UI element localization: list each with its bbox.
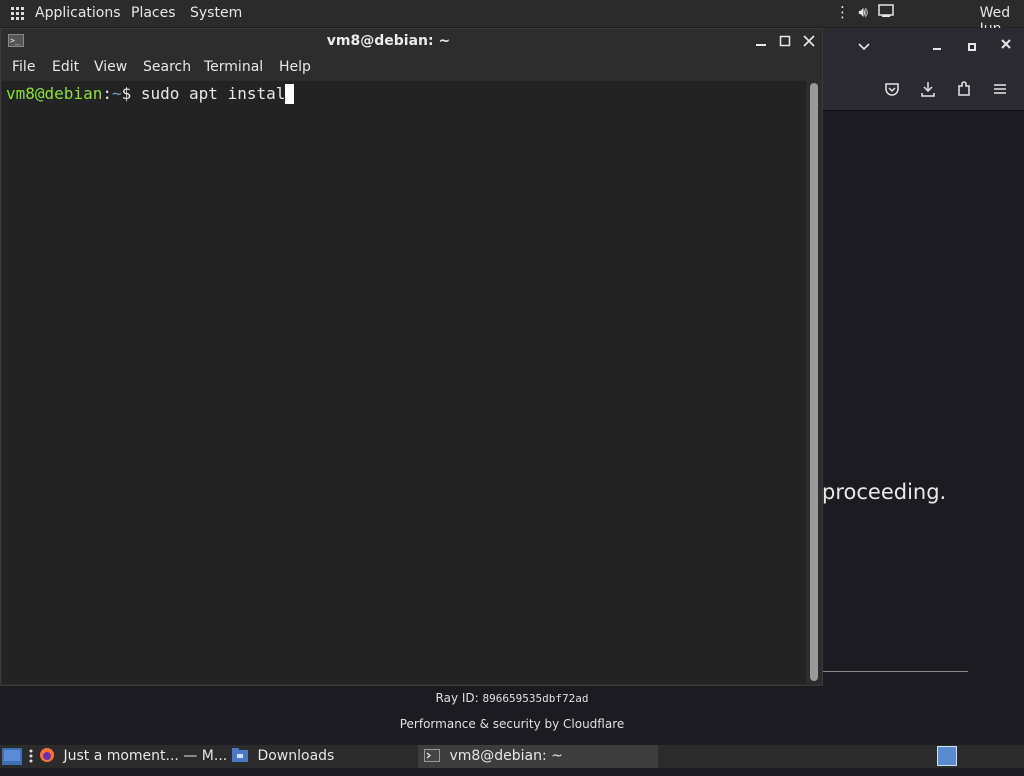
minimize-icon[interactable]: [925, 38, 949, 56]
divider: [823, 671, 968, 672]
challenge-message-text: proceeding.: [822, 480, 947, 504]
cloudflare-footer[interactable]: Performance & security by Cloudflare: [0, 717, 1024, 731]
menu-terminal[interactable]: Terminal: [204, 59, 263, 75]
text-cursor: [285, 84, 295, 104]
panel-handle-icon[interactable]: [28, 745, 34, 768]
downloads-icon[interactable]: [916, 81, 940, 101]
task-terminal[interactable]: vm8@debian: ~: [418, 745, 658, 768]
ray-id-value: 896659535dbf72ad: [482, 692, 589, 705]
scrollbar-thumb[interactable]: [810, 83, 818, 681]
network-icon[interactable]: [878, 4, 894, 22]
firefox-icon: [40, 748, 54, 762]
ray-id: Ray ID: 896659535dbf72ad: [0, 691, 1024, 705]
workspace-switcher[interactable]: [937, 746, 957, 769]
maximize-button[interactable]: [775, 32, 795, 50]
extensions-icon[interactable]: [952, 81, 976, 101]
close-button[interactable]: [799, 32, 819, 50]
ray-id-label: Ray ID:: [435, 691, 483, 705]
applications-menu[interactable]: Applications: [35, 5, 121, 21]
scrollbar[interactable]: [807, 81, 821, 684]
places-menu[interactable]: Places: [131, 5, 176, 21]
menu-search[interactable]: Search: [143, 59, 191, 75]
firefox-toolbar: [823, 70, 1024, 111]
terminal-output[interactable]: vm8@debian:~$ sudo apt instal: [2, 81, 806, 684]
apps-grid-icon[interactable]: [11, 7, 25, 21]
terminal-menubar: File Edit View Search Terminal Help: [1, 54, 822, 80]
task-label: Just a moment... — M...: [63, 748, 228, 764]
firefox-tabbar: [823, 28, 1024, 70]
prompt-line: vm8@debian:~$ sudo apt instal: [6, 84, 295, 104]
menu-edit[interactable]: Edit: [52, 59, 79, 75]
close-icon[interactable]: [994, 38, 1018, 54]
menu-help[interactable]: Help: [279, 59, 311, 75]
terminal-titlebar[interactable]: >_ vm8@debian: ~: [1, 29, 822, 54]
task-label: Downloads: [257, 748, 335, 764]
minimize-button[interactable]: [751, 32, 771, 50]
maximize-icon[interactable]: [960, 40, 984, 56]
prompt-path: ~: [111, 84, 122, 103]
accessibility-icon[interactable]: ⋮: [835, 3, 850, 21]
terminal-icon: [424, 749, 440, 762]
prompt-separator: :: [102, 84, 112, 103]
list-tabs-chevron-icon[interactable]: [852, 40, 876, 56]
typed-command: sudo apt instal: [140, 84, 286, 103]
top-panel: Applications Places System ⋮ 🔊︎ Wed Jun …: [0, 0, 1024, 69]
prompt-symbol: $: [121, 84, 141, 103]
system-menu[interactable]: System: [190, 5, 242, 21]
pocket-icon[interactable]: [880, 81, 904, 101]
task-label: vm8@debian: ~: [449, 748, 563, 764]
folder-icon: [232, 748, 248, 762]
menu-file[interactable]: File: [12, 59, 35, 75]
task-downloads[interactable]: Downloads: [232, 745, 334, 768]
prompt-user: vm8@debian: [6, 84, 103, 103]
task-firefox[interactable]: Just a moment... — M...: [39, 745, 227, 768]
bottom-panel: Just a moment... — M... Downloads vm8@de…: [0, 744, 1024, 768]
menu-view[interactable]: View: [94, 59, 127, 75]
terminal-window[interactable]: >_ vm8@debian: ~ File Edit View Search T…: [0, 28, 823, 686]
window-title: vm8@debian: ~: [326, 33, 451, 49]
volume-icon[interactable]: 🔊︎: [859, 3, 868, 21]
hamburger-menu-icon[interactable]: [988, 81, 1012, 101]
